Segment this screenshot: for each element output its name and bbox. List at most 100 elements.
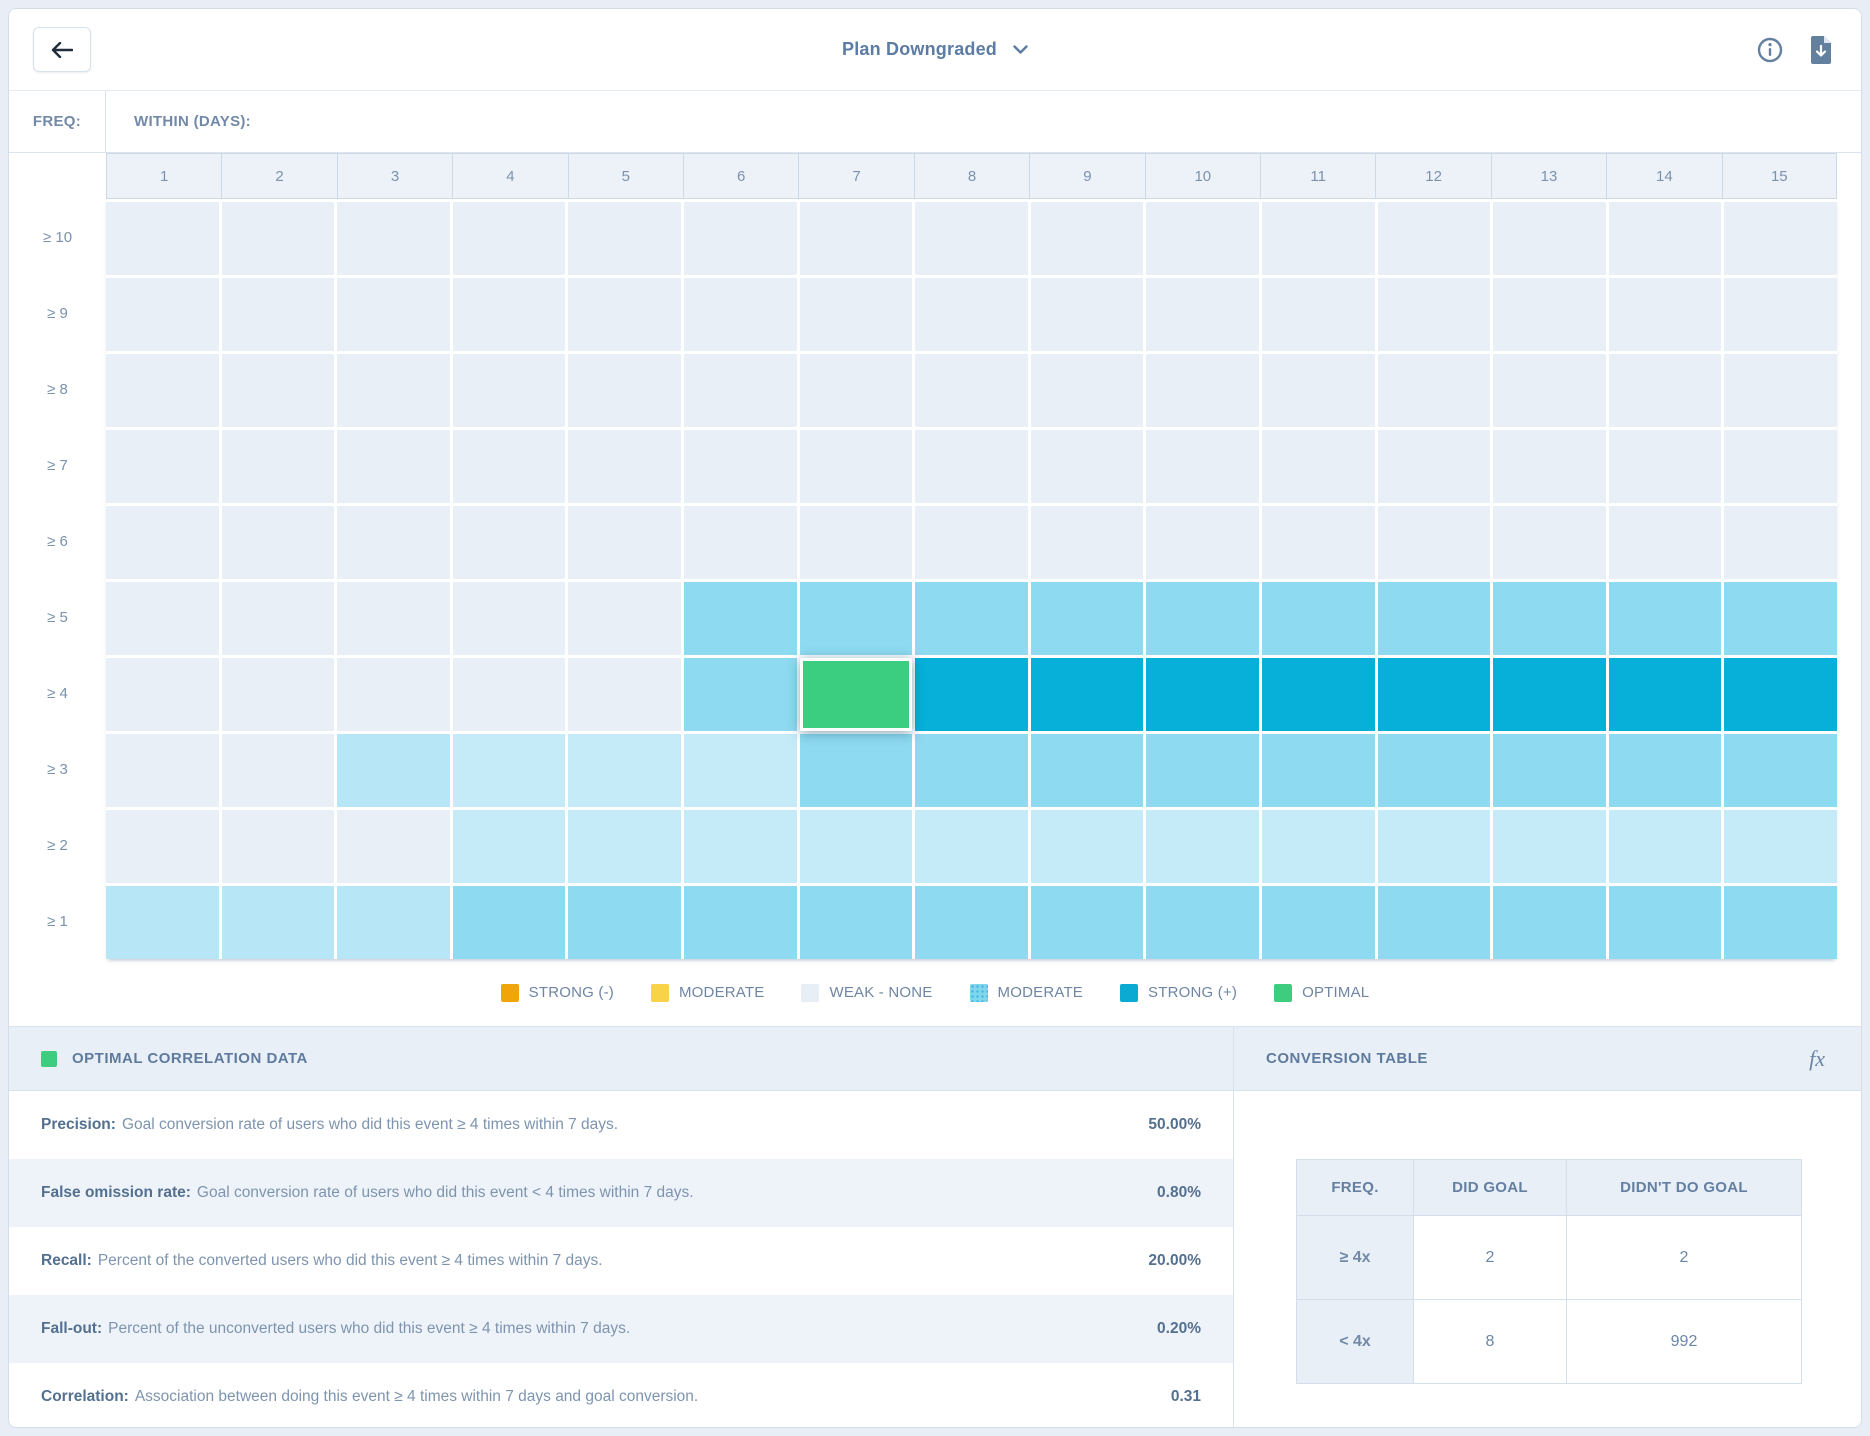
heatmap-cell[interactable] [337, 810, 450, 883]
heatmap-cell[interactable] [800, 734, 913, 807]
heatmap-cell[interactable] [1609, 582, 1722, 655]
heatmap-cell[interactable] [1031, 810, 1144, 883]
heatmap-cell[interactable] [1724, 506, 1837, 579]
heatmap-cell[interactable] [568, 506, 681, 579]
heatmap-cell[interactable] [1262, 506, 1375, 579]
download-report-icon[interactable] [1809, 36, 1833, 64]
heatmap-cell[interactable] [106, 278, 219, 351]
heatmap-cell[interactable] [337, 354, 450, 427]
optimal-cell[interactable] [800, 658, 913, 731]
heatmap-cell[interactable] [1378, 582, 1491, 655]
heatmap-cell[interactable] [1724, 354, 1837, 427]
heatmap-cell[interactable] [1724, 430, 1837, 503]
heatmap-cell[interactable] [1493, 506, 1606, 579]
heatmap-cell[interactable] [1378, 810, 1491, 883]
heatmap-cell[interactable] [684, 886, 797, 959]
heatmap-cell[interactable] [1493, 810, 1606, 883]
heatmap-cell[interactable] [1031, 278, 1144, 351]
heatmap-cell[interactable] [1724, 658, 1837, 731]
heatmap-cell[interactable] [1262, 354, 1375, 427]
heatmap-cell[interactable] [1262, 810, 1375, 883]
heatmap-cell[interactable] [106, 886, 219, 959]
heatmap-cell[interactable] [1146, 658, 1259, 731]
heatmap-cell[interactable] [1609, 430, 1722, 503]
heatmap-cell[interactable] [1146, 430, 1259, 503]
heatmap-cell[interactable] [222, 430, 335, 503]
heatmap-cell[interactable] [1146, 278, 1259, 351]
heatmap-cell[interactable] [800, 202, 913, 275]
heatmap-cell[interactable] [453, 582, 566, 655]
heatmap-cell[interactable] [1146, 886, 1259, 959]
heatmap-cell[interactable] [453, 202, 566, 275]
heatmap-cell[interactable] [1724, 278, 1837, 351]
heatmap-cell[interactable] [222, 506, 335, 579]
heatmap-cell[interactable] [800, 506, 913, 579]
heatmap-cell[interactable] [1724, 582, 1837, 655]
heatmap-cell[interactable] [915, 506, 1028, 579]
heatmap-cell[interactable] [568, 430, 681, 503]
heatmap-cell[interactable] [337, 202, 450, 275]
heatmap-cell[interactable] [1031, 734, 1144, 807]
heatmap-cell[interactable] [1262, 658, 1375, 731]
heatmap-cell[interactable] [1609, 506, 1722, 579]
heatmap-cell[interactable] [1031, 658, 1144, 731]
heatmap-cell[interactable] [1262, 202, 1375, 275]
heatmap-cell[interactable] [800, 430, 913, 503]
heatmap-cell[interactable] [106, 582, 219, 655]
heatmap-cell[interactable] [800, 582, 913, 655]
heatmap-cell[interactable] [1031, 430, 1144, 503]
heatmap-cell[interactable] [453, 430, 566, 503]
heatmap-cell[interactable] [684, 582, 797, 655]
heatmap-cell[interactable] [684, 734, 797, 807]
heatmap-cell[interactable] [337, 658, 450, 731]
heatmap-cell[interactable] [222, 658, 335, 731]
heatmap-cell[interactable] [1609, 734, 1722, 807]
heatmap-cell[interactable] [915, 658, 1028, 731]
heatmap-cell[interactable] [453, 278, 566, 351]
heatmap-cell[interactable] [568, 202, 681, 275]
heatmap-cell[interactable] [1378, 506, 1491, 579]
heatmap-cell[interactable] [684, 354, 797, 427]
heatmap-cell[interactable] [915, 202, 1028, 275]
heatmap-cell[interactable] [915, 886, 1028, 959]
heatmap-cell[interactable] [1378, 278, 1491, 351]
heatmap-cell[interactable] [1262, 582, 1375, 655]
heatmap-cell[interactable] [1146, 506, 1259, 579]
heatmap-cell[interactable] [1493, 734, 1606, 807]
heatmap-cell[interactable] [106, 430, 219, 503]
heatmap-cell[interactable] [800, 886, 913, 959]
heatmap-cell[interactable] [684, 506, 797, 579]
heatmap-cell[interactable] [568, 734, 681, 807]
heatmap-cell[interactable] [1378, 886, 1491, 959]
heatmap-cell[interactable] [684, 202, 797, 275]
heatmap-cell[interactable] [106, 810, 219, 883]
heatmap-cell[interactable] [1493, 582, 1606, 655]
heatmap-cell[interactable] [222, 354, 335, 427]
heatmap-cell[interactable] [222, 810, 335, 883]
heatmap-cell[interactable] [915, 278, 1028, 351]
heatmap-cell[interactable] [1031, 582, 1144, 655]
heatmap-cell[interactable] [684, 430, 797, 503]
heatmap-cell[interactable] [568, 810, 681, 883]
heatmap-cell[interactable] [1146, 202, 1259, 275]
heatmap-cell[interactable] [1609, 658, 1722, 731]
heatmap-cell[interactable] [222, 582, 335, 655]
heatmap-cell[interactable] [1724, 886, 1837, 959]
heatmap-cell[interactable] [1609, 886, 1722, 959]
heatmap-cell[interactable] [1146, 734, 1259, 807]
heatmap-cell[interactable] [1146, 810, 1259, 883]
heatmap-cell[interactable] [1031, 506, 1144, 579]
heatmap-cell[interactable] [568, 278, 681, 351]
heatmap-cell[interactable] [1493, 430, 1606, 503]
heatmap-cell[interactable] [1724, 810, 1837, 883]
event-selector[interactable]: Plan Downgraded [842, 39, 1028, 60]
heatmap-cell[interactable] [222, 278, 335, 351]
heatmap-cell[interactable] [1724, 202, 1837, 275]
heatmap-cell[interactable] [337, 430, 450, 503]
heatmap-cell[interactable] [106, 658, 219, 731]
heatmap-cell[interactable] [453, 734, 566, 807]
heatmap-cell[interactable] [568, 354, 681, 427]
heatmap-cell[interactable] [1146, 354, 1259, 427]
heatmap-cell[interactable] [106, 202, 219, 275]
heatmap-cell[interactable] [1031, 354, 1144, 427]
